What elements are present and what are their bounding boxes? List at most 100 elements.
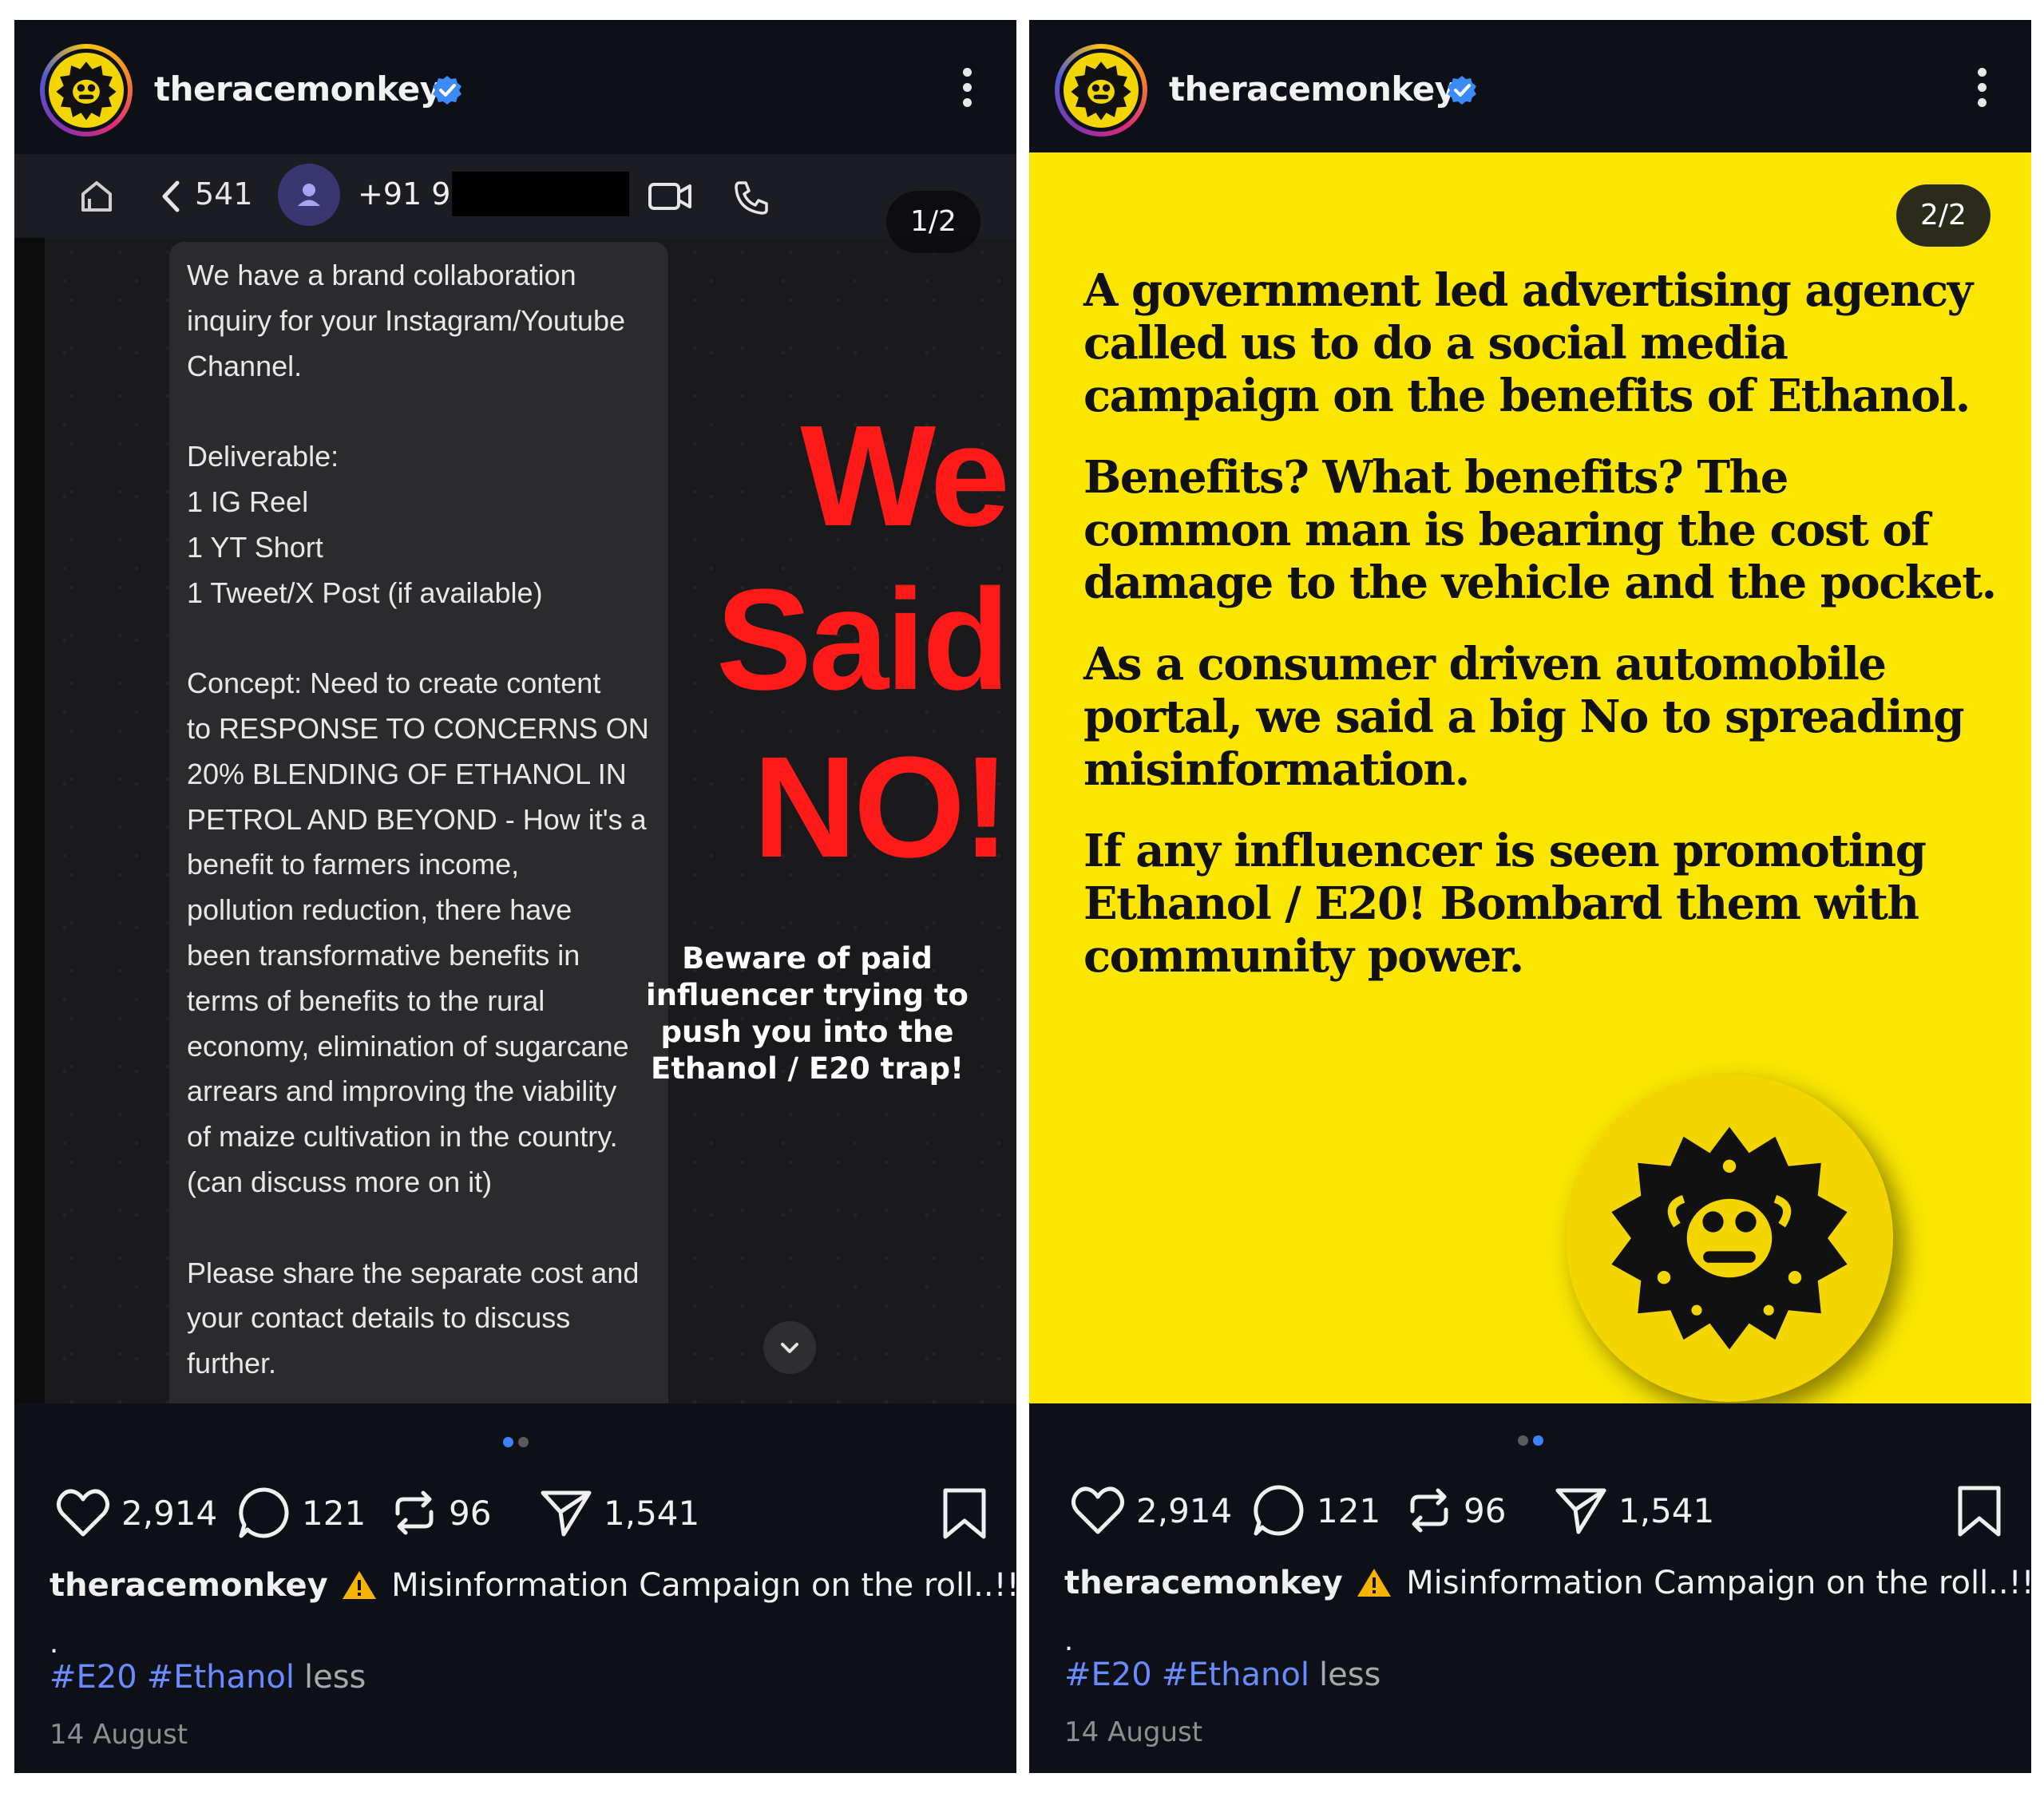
carousel-dot	[517, 1437, 529, 1447]
post-header: theracemonkey	[14, 20, 1016, 154]
message-line: further.	[187, 1347, 277, 1380]
slide-text: A government led advertising agency call…	[1083, 264, 2002, 1011]
post-media-slide-1[interactable]: 541 +91 99 We have a brand collaboration…	[14, 154, 1016, 1403]
message-line: We have a brand collaboration	[187, 259, 576, 291]
caption-dot: .	[1064, 1622, 1074, 1657]
overlay-word-no: NO!	[753, 727, 1010, 888]
back-arrow-icon	[162, 180, 180, 212]
race-monkey-logo-icon	[49, 53, 124, 128]
profile-avatar[interactable]	[40, 44, 133, 137]
message-line: benefit to farmers income,	[187, 848, 520, 881]
share-count: 1,541	[1618, 1490, 1715, 1530]
caption-text: Misinformation Campaign on the roll..!!!	[1406, 1565, 2031, 1601]
comment-button[interactable]: 121	[1251, 1478, 1380, 1542]
warning-icon	[343, 1571, 377, 1599]
like-count: 2,914	[121, 1493, 218, 1533]
comment-count: 121	[1317, 1490, 1381, 1530]
message-line: been transformative benefits in	[187, 938, 580, 972]
carousel-dots	[1029, 1435, 2031, 1450]
message-line: 1 IG Reel	[187, 485, 309, 518]
hashtag-link[interactable]: #Ethanol	[1162, 1656, 1309, 1693]
race-monkey-logo-icon	[1064, 53, 1139, 128]
monkey-gear-icon	[1611, 1126, 1848, 1350]
carousel-dot	[1532, 1435, 1543, 1446]
message-line: PETROL AND BEYOND - How it's a	[187, 802, 647, 836]
share-count: 1,541	[604, 1493, 700, 1533]
post-card-1: theracemonkey 541 +91 99 We have a brand…	[14, 20, 1016, 1773]
repost-button[interactable]: 96	[1404, 1478, 1506, 1542]
slide-counter: 1/2	[886, 191, 980, 253]
like-button[interactable]: 2,914	[54, 1481, 217, 1545]
caption-username[interactable]: theracemonkey	[1064, 1565, 1343, 1601]
message-line: Concept: Need to create content	[187, 667, 601, 700]
more-options-icon[interactable]	[1974, 68, 1990, 113]
message-bubble: We have a brand collaboration inquiry fo…	[169, 242, 668, 1403]
share-icon	[1555, 1488, 1606, 1534]
message-line: Channel.	[187, 349, 303, 382]
overlay-word-said: Said	[715, 560, 1010, 720]
heart-icon	[1071, 1486, 1125, 1534]
message-line: (can discuss more on it)	[187, 1165, 493, 1198]
message-line: inquiry for your Instagram/Youtube	[187, 303, 625, 337]
post-media-slide-2[interactable]: 2/2 A government led advertising agency …	[1029, 152, 2031, 1403]
verified-badge-icon	[1448, 76, 1476, 105]
like-button[interactable]: 2,914	[1069, 1478, 1232, 1542]
hashtag-link[interactable]: #Ethanol	[147, 1659, 295, 1696]
slide-paragraph: As a consumer driven automobile portal, …	[1083, 638, 1965, 796]
message-line: Deliverable:	[187, 440, 339, 473]
message-line: 1 Tweet/X Post (if available)	[187, 576, 543, 609]
redaction-box	[452, 172, 629, 216]
bookmark-icon[interactable]	[941, 1487, 988, 1540]
caption: theracemonkey Misinformation Campaign on…	[50, 1567, 1016, 1604]
chat-edge	[14, 238, 45, 1403]
slide-counter: 2/2	[1896, 184, 1991, 247]
message-line: pollution reduction, there have	[187, 893, 572, 927]
hashtag-link[interactable]: #E20	[1064, 1656, 1152, 1693]
message-line: 20% BLENDING OF ETHANOL IN	[187, 757, 627, 790]
username[interactable]: theracemonkey	[1169, 69, 1456, 109]
carousel-dots	[14, 1437, 1016, 1451]
repost-icon	[1410, 1488, 1448, 1533]
message-line: 1 YT Short	[187, 530, 323, 564]
share-button[interactable]: 1,541	[538, 1481, 699, 1545]
chevron-down-icon	[781, 1343, 798, 1353]
more-options-icon[interactable]	[959, 68, 975, 113]
post-date: 14 August	[1064, 1716, 1203, 1748]
chat-header-bar: 541 +91 99	[14, 154, 1016, 238]
repost-count: 96	[1464, 1490, 1507, 1530]
comment-count: 121	[302, 1493, 366, 1533]
message-line: of maize cultivation in the country.	[187, 1120, 618, 1154]
repost-button[interactable]: 96	[390, 1481, 491, 1545]
less-toggle[interactable]: less	[1319, 1656, 1380, 1693]
comment-icon	[1254, 1485, 1304, 1536]
repost-icon	[395, 1490, 434, 1535]
caption-username[interactable]: theracemonkey	[50, 1567, 328, 1604]
message-line: your contact details to discuss	[187, 1301, 571, 1335]
contact-avatar	[278, 164, 340, 226]
hashtags: #E20 #Ethanol less	[1064, 1656, 1380, 1693]
post-header: theracemonkey	[1029, 20, 2031, 154]
overlay-beware-text: Beware of paid influencer trying to push…	[646, 941, 969, 1086]
share-button[interactable]: 1,541	[1553, 1478, 1714, 1542]
slide-paragraph: A government led advertising agency call…	[1083, 264, 1973, 422]
carousel-dot	[502, 1437, 513, 1447]
like-count: 2,914	[1136, 1490, 1233, 1530]
bookmark-icon[interactable]	[1955, 1485, 2003, 1538]
username[interactable]: theracemonkey	[154, 69, 442, 109]
message-line: to RESPONSE TO CONCERNS ON	[187, 711, 649, 745]
message-line: arrears and improving the viability	[187, 1075, 617, 1108]
video-call-icon	[648, 183, 691, 210]
message-line: Please share the separate cost and	[187, 1256, 640, 1289]
slide-paragraph: Benefits? What benefits? The common man …	[1083, 451, 1997, 609]
unread-count: 541	[195, 176, 253, 212]
slide-paragraph: If any influencer is seen promoting Etha…	[1083, 825, 1927, 983]
less-toggle[interactable]: less	[304, 1659, 366, 1696]
message-line: economy, elimination of sugarcane	[187, 1029, 629, 1063]
phone-icon	[735, 181, 768, 215]
verified-badge-icon	[433, 76, 461, 105]
profile-avatar[interactable]	[1055, 44, 1147, 137]
comment-button[interactable]: 121	[236, 1481, 366, 1545]
heart-icon	[56, 1489, 110, 1537]
hashtag-link[interactable]: #E20	[50, 1659, 137, 1696]
home-icon	[81, 181, 112, 212]
